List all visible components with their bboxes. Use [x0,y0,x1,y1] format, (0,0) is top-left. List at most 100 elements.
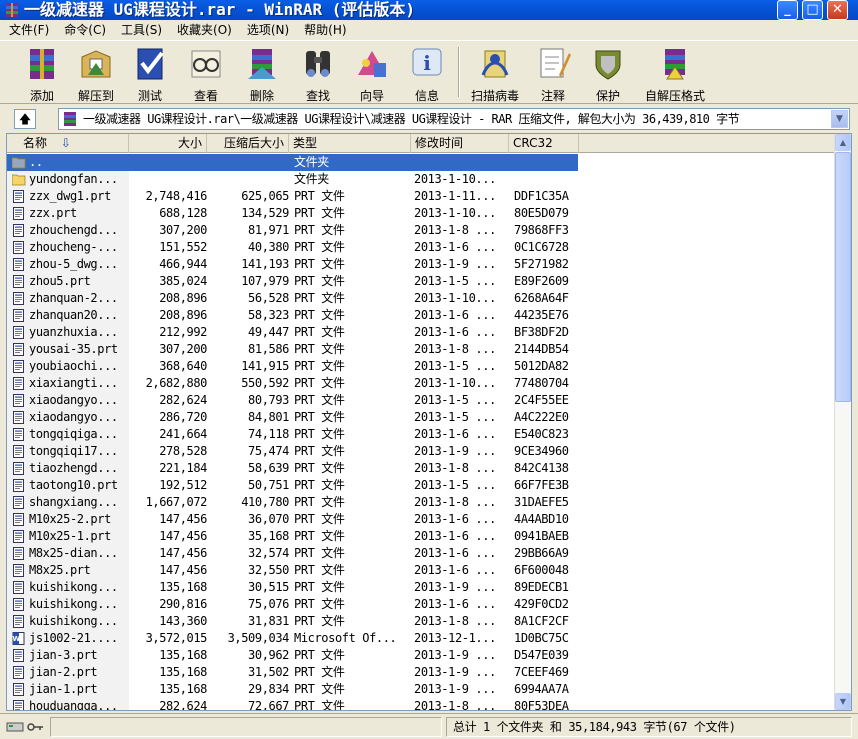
file-row[interactable]: zhouchengd... 307,200 81,971 PRT 文件 2013-1-8… [7,222,836,239]
file-size: 688,128 [159,206,207,220]
file-type: PRT 文件 [294,274,345,288]
file-row[interactable]: M10x25-2.prt 147,456 36,070 PRT 文件 2013-1-6 … [7,511,836,528]
path-dropdown-button[interactable]: ▼ [831,110,848,128]
file-type: PRT 文件 [294,546,345,560]
column-header-size[interactable]: 大小 [129,134,207,153]
menu-favorites[interactable]: 收藏夹(O) [171,20,238,40]
title-bar[interactable]: 一级减速器 UG课程设计.rar - WinRAR (评估版本) _ □ ✕ [0,0,858,20]
file-row[interactable]: zhanquan-2... 208,896 56,528 PRT 文件 2013-1-1… [7,290,836,307]
up-folder-button[interactable]: 🡅 [14,109,36,129]
prt-file-icon [13,666,24,679]
file-row[interactable]: kuishikong... 143,360 31,831 PRT 文件 2013-1-8… [7,613,836,630]
minimize-button[interactable]: _ [777,0,798,20]
file-row[interactable]: xiaxiangti... 2,682,880 550,592 PRT 文件 2013-… [7,375,836,392]
view-button[interactable]: 查看 [180,45,232,103]
vertical-scrollbar[interactable]: ▲ ▼ [834,134,851,710]
file-crc32: 1D0BC75C [514,631,569,645]
menu-tools[interactable]: 工具(S) [115,20,168,40]
file-row[interactable]: houduangga... 282,624 72,667 PRT 文件 2013-1-8… [7,698,836,710]
virus-scan-button[interactable]: 扫描病毒 [467,45,523,103]
file-row[interactable]: tongqiqiga... 241,664 74,118 PRT 文件 2013-1-6… [7,426,836,443]
file-row[interactable]: yousai-35.prt 307,200 81,586 PRT 文件 2013-1-8… [7,341,836,358]
file-type: PRT 文件 [294,665,345,679]
sfx-button[interactable]: 自解压格式 [641,45,709,103]
file-type: PRT 文件 [294,648,345,662]
file-name: tiaozhengd... [29,461,118,475]
file-crc32: 44235E76 [514,308,569,322]
menu-file[interactable]: 文件(F) [3,20,55,40]
file-modified: 2013-1-6 ... [414,563,496,577]
file-row[interactable]: M8x25-dian... 147,456 32,574 PRT 文件 2013-1-6… [7,545,836,562]
folder-row[interactable]: yundongfan... 文件夹 2013-1-10... [7,171,836,188]
info-button[interactable]: i 信息 [401,45,453,103]
file-row[interactable]: shangxiang... 1,667,072 410,780 PRT 文件 2013-… [7,494,836,511]
file-list[interactable]: 名称 ⇩ 大小 压缩后大小 类型 修改时间 CRC32 .. 文件夹 yundong… [6,133,852,711]
menu-options[interactable]: 选项(N) [241,20,295,40]
file-type: 文件夹 [294,172,329,186]
protect-button[interactable]: 保护 [582,45,634,103]
file-row[interactable]: M8x25.prt 147,456 32,550 PRT 文件 2013-1-6 ...… [7,562,836,579]
file-name: js1002-21.... [29,631,118,645]
file-row[interactable]: xiaodangyo... 282,624 80,793 PRT 文件 2013-1-5… [7,392,836,409]
up-arrow-icon: 🡅 [18,112,32,126]
file-modified: 2013-1-6 ... [414,308,496,322]
folder-row[interactable]: .. 文件夹 [7,154,578,171]
file-packed-size: 107,979 [241,274,289,288]
file-row[interactable]: M10x25-1.prt 147,456 35,168 PRT 文件 2013-1-6 … [7,528,836,545]
file-row[interactable]: tongqiqi17... 278,528 75,474 PRT 文件 2013-1-9… [7,443,836,460]
file-row[interactable]: Wjs1002-21.... 3,572,015 3,509,034 Microsof… [7,630,836,647]
file-row[interactable]: kuishikong... 290,816 75,076 PRT 文件 2013-1-6… [7,596,836,613]
file-packed-size: 49,447 [248,325,289,339]
column-header-crc32[interactable]: CRC32 [509,134,579,153]
wizard-label: 向导 [359,89,384,103]
column-header-modified[interactable]: 修改时间 [411,134,509,153]
file-row[interactable]: zhou5.prt 385,024 107,979 PRT 文件 2013-1-5 ..… [7,273,836,290]
file-row[interactable]: yuanzhuxia... 212,992 49,447 PRT 文件 2013-1-6… [7,324,836,341]
file-size: 147,456 [159,529,207,543]
column-header-name[interactable]: 名称 ⇩ [7,134,129,153]
scroll-down-arrow-icon: ▼ [839,697,847,706]
prt-file-icon [13,513,24,526]
path-combobox[interactable]: 一级减速器 UG课程设计.rar\一级减速器 UG课程设计\减速器 UG课程设计… [58,108,850,130]
file-row[interactable]: youbiaochi... 368,640 141,915 PRT 文件 2013-1-… [7,358,836,375]
menu-help[interactable]: 帮助(H) [298,20,352,40]
file-row[interactable]: zhoucheng-... 151,552 40,380 PRT 文件 2013-1-6… [7,239,836,256]
winrar-app-icon[interactable] [4,2,20,18]
delete-button[interactable]: 删除 [236,45,288,103]
test-button[interactable]: 测试 [124,45,176,103]
file-row[interactable]: kuishikong... 135,168 30,515 PRT 文件 2013-1-9… [7,579,836,596]
file-row[interactable]: zhou-5_dwg... 466,944 141,193 PRT 文件 2013-1-… [7,256,836,273]
file-row[interactable]: jian-1.prt 135,168 29,834 PRT 文件 2013-1-9 ..… [7,681,836,698]
scroll-up-button[interactable]: ▲ [835,134,851,151]
word-document-icon: W [12,632,25,645]
add-button[interactable]: 添加 [16,45,68,103]
file-row[interactable]: tiaozhengd... 221,184 58,639 PRT 文件 2013-1-8… [7,460,836,477]
file-row[interactable]: zzx_dwg1.prt 2,748,416 625,065 PRT 文件 2013-1… [7,188,836,205]
file-row[interactable]: zhanquan20... 208,896 58,323 PRT 文件 2013-1-6… [7,307,836,324]
column-header-type[interactable]: 类型 [289,134,411,153]
file-crc32: 66F7FE3B [514,478,569,492]
file-crc32: 6994AA7A [514,682,569,696]
wizard-button[interactable]: 向导 [346,45,398,103]
maximize-button[interactable]: □ [802,0,823,20]
file-row[interactable]: zzx.prt 688,128 134,529 PRT 文件 2013-1-10... 8… [7,205,836,222]
file-size: 241,664 [159,427,207,441]
file-modified: 2013-1-9 ... [414,682,496,696]
comment-button[interactable]: 注释 [527,45,579,103]
extract-to-button[interactable]: 解压到 [70,45,122,103]
prt-file-icon [13,445,24,458]
scroll-thumb[interactable] [835,152,851,402]
close-button[interactable]: ✕ [827,0,848,20]
menu-commands[interactable]: 命令(C) [58,20,112,40]
file-size: 147,456 [159,512,207,526]
file-row[interactable]: jian-2.prt 135,168 31,502 PRT 文件 2013-1-9 ..… [7,664,836,681]
scroll-down-button[interactable]: ▼ [835,693,851,710]
file-row[interactable]: taotong10.prt 192,512 50,751 PRT 文件 2013-1-5… [7,477,836,494]
prt-file-icon [13,190,24,203]
file-size: 208,896 [159,291,207,305]
find-button[interactable]: 查找 [292,45,344,103]
column-header-packed[interactable]: 压缩后大小 [207,134,289,153]
file-row[interactable]: xiaodangyo... 286,720 84,801 PRT 文件 2013-1-5… [7,409,836,426]
find-icon [306,51,330,77]
file-row[interactable]: jian-3.prt 135,168 30,962 PRT 文件 2013-1-9 ..… [7,647,836,664]
